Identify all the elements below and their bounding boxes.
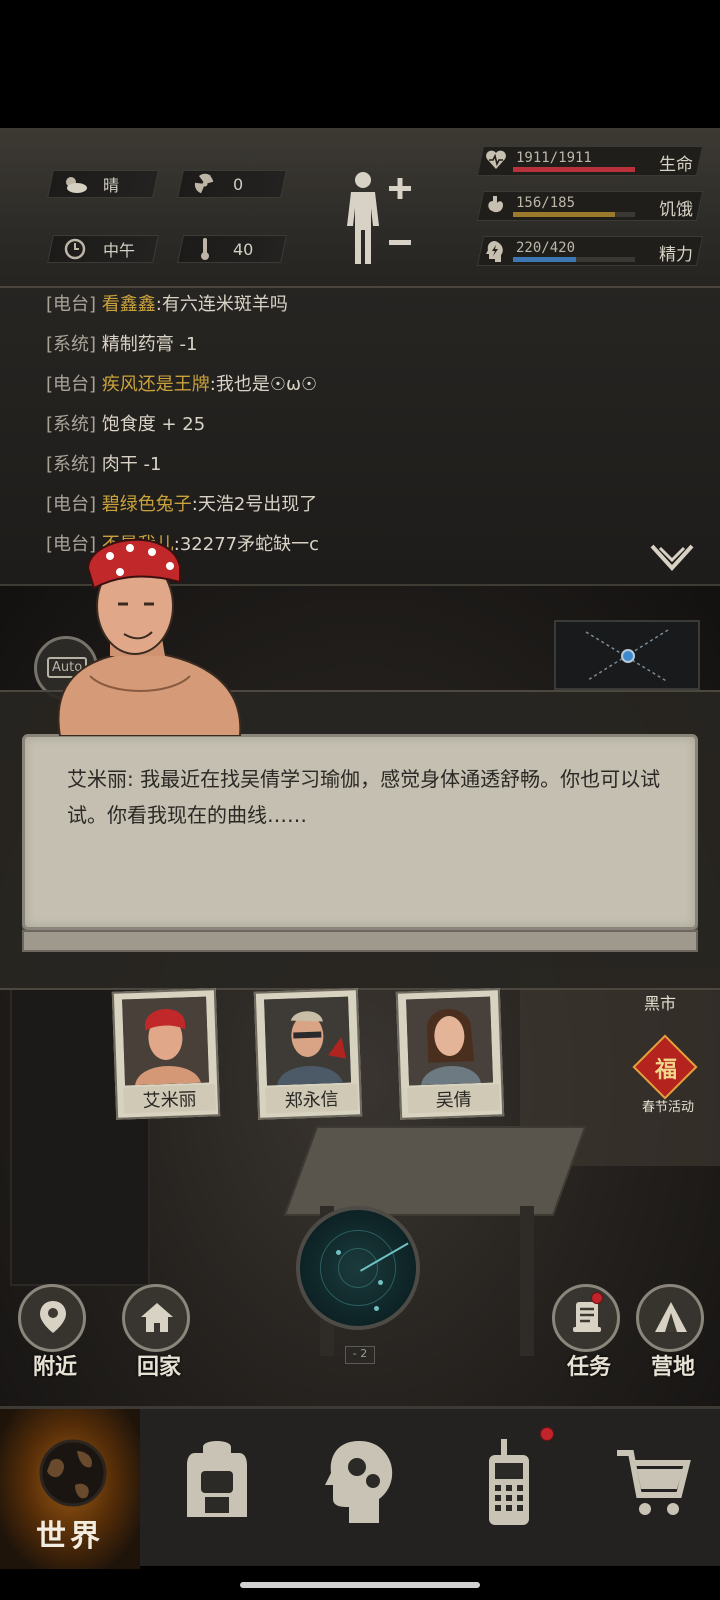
location-pin-icon [40, 1301, 66, 1333]
radar-blip [336, 1250, 341, 1255]
hunger-label: 饥饿 [659, 200, 693, 220]
hunger-stat: 156/185 饥饿 [476, 191, 704, 221]
spring-festival-label: 春节活动 [641, 1100, 694, 1115]
nav-world[interactable]: 世界 [0, 1409, 140, 1569]
energy-stat: 220/420 精力 [476, 236, 704, 266]
radiation-text: 0 [233, 174, 244, 194]
npc-card-emily[interactable]: 艾米丽 [111, 988, 221, 1120]
scene-table [283, 1126, 587, 1216]
map-icon [585, 629, 669, 683]
npc-card-zheng[interactable]: 郑永信 [253, 988, 363, 1120]
dialog-text: 艾米丽: 我最近在找吴倩学习瑜伽，感觉身体通透舒畅。你也可以试试。你看我现在的曲… [67, 767, 661, 827]
npc-portrait [122, 996, 210, 1086]
npc-name: 艾米丽 [123, 1084, 216, 1114]
home-button[interactable]: 回家 [122, 1284, 190, 1380]
thermometer-icon [191, 238, 219, 260]
stomach-icon [485, 195, 507, 217]
head-gears-icon [325, 1441, 393, 1523]
log-line: [电台] 看鑫鑫:有六连米斑羊吗 [46, 294, 288, 315]
weather-chip: 晴 [47, 170, 159, 198]
house-icon [141, 1303, 173, 1332]
npc-name: 郑永信 [265, 1084, 358, 1114]
time-text: 中午 [103, 241, 136, 260]
life-value: 1911/1911 [516, 150, 592, 166]
radar-count: - 2 [345, 1346, 375, 1364]
radar-blip [374, 1306, 379, 1311]
tasks-notification-badge [591, 1292, 603, 1304]
scroll-icon [573, 1302, 601, 1332]
speaker-portrait [30, 526, 250, 737]
log-line: [电台] 疾风还是王牌:我也是☉ω☉ [46, 374, 318, 395]
radio-notification-badge [540, 1427, 554, 1441]
camp-label: 营地 [650, 1355, 695, 1380]
tasks-label: 任务 [566, 1355, 611, 1380]
tent-icon [655, 1302, 687, 1332]
radar-button[interactable] [296, 1206, 420, 1330]
temperature-text: 40 [233, 239, 254, 259]
weather-text: 晴 [103, 176, 120, 195]
temperature-chip: 40 [177, 235, 287, 263]
tasks-button[interactable]: 任务 [552, 1284, 620, 1380]
log-expand-chevron-icon[interactable] [650, 544, 694, 578]
clock-icon [61, 238, 89, 260]
heart-rate-icon [485, 150, 507, 172]
radar-ring [338, 1248, 378, 1288]
log-line: [系统] 肉干 -1 [46, 454, 162, 475]
energy-value: 220/420 [516, 240, 576, 256]
nav-world-label: 世界 [36, 1519, 104, 1554]
walkie-talkie-icon [489, 1439, 529, 1525]
home-indicator[interactable] [240, 1582, 480, 1588]
radiation-chip: 0 [177, 170, 287, 198]
life-bar [513, 167, 635, 172]
npc-portrait [264, 996, 352, 1086]
shopping-cart-icon [617, 1450, 691, 1515]
nearby-button[interactable]: 附近 [18, 1284, 86, 1380]
top-blank-area [0, 0, 720, 128]
log-line: [电台] 碧绿色兔子:天浩2号出现了 [46, 494, 318, 515]
radar-blip [378, 1280, 383, 1285]
nav-backpack[interactable] [144, 1409, 284, 1569]
hunger-value: 156/185 [516, 195, 576, 211]
map-button[interactable] [554, 620, 700, 690]
nav-shop[interactable] [580, 1409, 720, 1569]
npc-portrait [406, 996, 494, 1086]
log-line: [系统] 精制药膏 -1 [46, 334, 198, 355]
cloud-sun-icon [61, 173, 89, 195]
body-status-figure[interactable] [345, 168, 415, 268]
fu-icon-char: 福 [654, 1058, 677, 1083]
camp-button[interactable]: 营地 [636, 1284, 704, 1380]
table-leg [520, 1206, 534, 1356]
home-label: 回家 [136, 1355, 181, 1380]
dialog-box-base [22, 930, 698, 952]
time-chip: 中午 [47, 235, 159, 263]
energy-bar [513, 257, 635, 262]
hunger-bar [513, 212, 635, 217]
log-line: [系统] 饱食度 + 25 [46, 414, 206, 435]
nav-radio[interactable] [436, 1409, 576, 1569]
dialog-box[interactable]: 艾米丽: 我最近在找吴倩学习瑜伽，感觉身体通透舒畅。你也可以试试。你看我现在的曲… [22, 734, 698, 930]
black-market-button[interactable]: 黑市 [644, 990, 676, 1014]
npc-card-wuqian[interactable]: 吴倩 [395, 988, 505, 1120]
backpack-icon [187, 1441, 247, 1517]
nav-skills[interactable] [288, 1409, 428, 1569]
radiation-icon [191, 173, 219, 195]
head-bolt-icon [485, 240, 507, 262]
energy-label: 精力 [659, 245, 693, 265]
life-stat: 1911/1911 生命 [476, 146, 704, 176]
life-label: 生命 [659, 155, 693, 175]
nearby-label: 附近 [32, 1355, 77, 1380]
npc-name: 吴倩 [407, 1084, 500, 1114]
